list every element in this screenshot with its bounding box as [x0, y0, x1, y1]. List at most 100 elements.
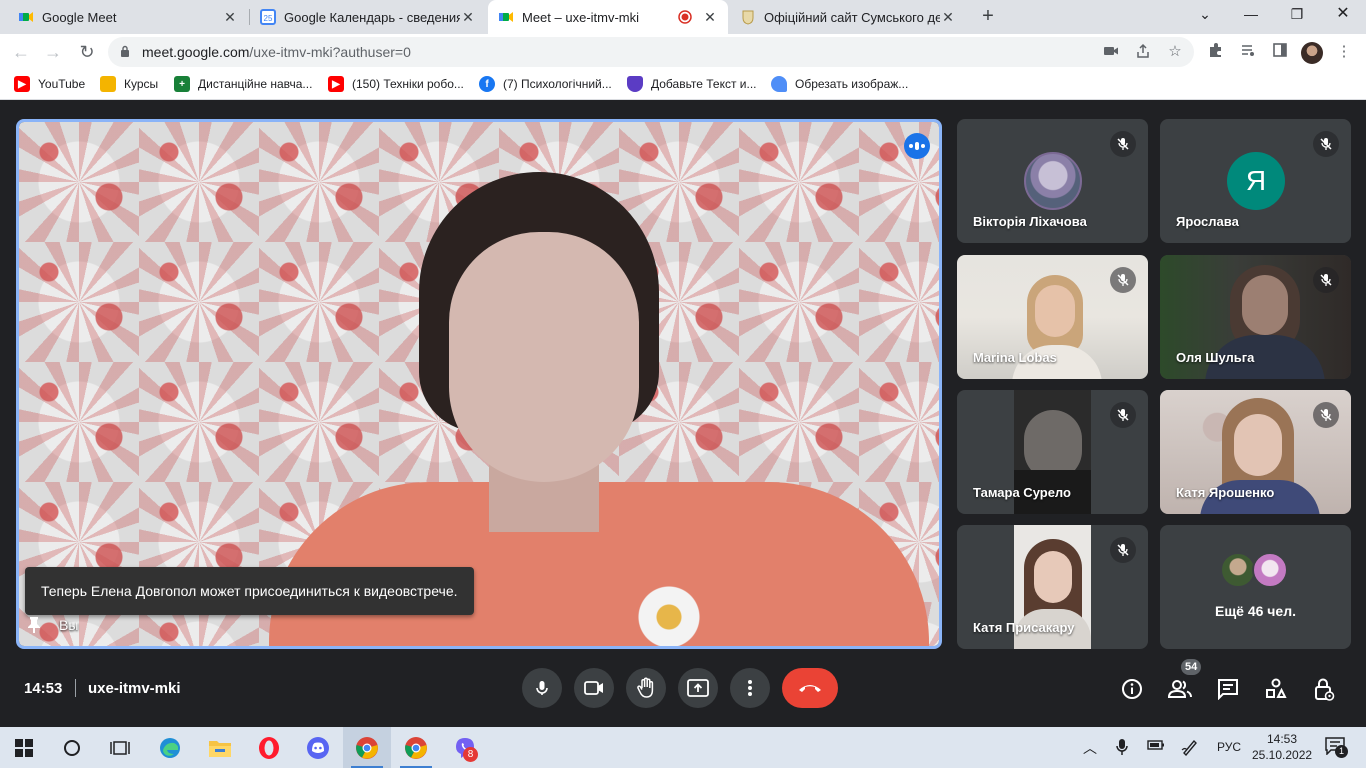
tab-close-icon[interactable]: ✕: [222, 9, 238, 26]
participant-tile[interactable]: Вікторія Ліхачова: [957, 119, 1148, 243]
recording-icon: [678, 10, 692, 24]
bookmark-psychological[interactable]: f (7) Психологічний...: [479, 76, 612, 92]
taskbar-discord[interactable]: [294, 727, 342, 768]
menu-kebab-icon[interactable]: ⋮: [1334, 42, 1354, 62]
notification-count-badge: 1: [1335, 745, 1348, 758]
forward-arrow-icon[interactable]: →: [40, 39, 66, 65]
battery-icon[interactable]: [1147, 738, 1165, 754]
camera-button[interactable]: [574, 668, 614, 708]
search-circle-icon: [64, 739, 80, 756]
bookmark-label: Дистанційне навча...: [198, 77, 313, 91]
bookmark-techniques[interactable]: ▶ (150) Техніки робо...: [328, 76, 464, 92]
search-button[interactable]: [48, 727, 96, 768]
notification-center-button[interactable]: 1: [1325, 737, 1348, 758]
main-video-tile[interactable]: Теперь Елена Довгопол может присоединить…: [16, 119, 942, 649]
task-view-button[interactable]: [96, 727, 144, 768]
microphone-button[interactable]: [522, 668, 562, 708]
taskbar-chrome-active[interactable]: [343, 727, 391, 768]
tray-microphone-icon[interactable]: [1115, 738, 1129, 759]
tab-close-icon[interactable]: ✕: [460, 9, 476, 26]
meeting-code: uxe-itmv-mki: [88, 680, 181, 697]
avatar: [1024, 152, 1082, 210]
pin-icon[interactable]: [27, 616, 41, 634]
bookmark-star-icon[interactable]: ☆: [1166, 43, 1184, 61]
mic-off-icon: [1110, 537, 1136, 563]
participant-tile[interactable]: Я Ярослава: [1160, 119, 1351, 243]
side-panel-icon[interactable]: [1270, 42, 1290, 62]
address-bar[interactable]: meet.google.com/uxe-itmv-mki?authuser=0 …: [108, 37, 1194, 67]
people-button[interactable]: [1167, 676, 1193, 702]
youtube-icon: ▶: [328, 76, 344, 92]
participant-tile[interactable]: Тамара Сурело: [957, 390, 1148, 514]
more-participants-label: Ещё 46 чел.: [1215, 603, 1296, 619]
activities-button[interactable]: [1263, 676, 1289, 702]
minimize-icon[interactable]: —: [1228, 0, 1274, 30]
close-window-icon[interactable]: ✕: [1320, 0, 1366, 30]
tab-title: Офіційний сайт Сумського держ: [764, 9, 940, 25]
meet-icon: [19, 12, 33, 22]
participant-name: Катя Присакару: [973, 620, 1075, 635]
taskbar-opera[interactable]: [245, 727, 293, 768]
taskbar-edge[interactable]: [146, 727, 194, 768]
leave-call-button[interactable]: [782, 668, 838, 708]
participant-tile[interactable]: Marina Lobas: [957, 255, 1148, 379]
reload-icon[interactable]: ↻: [74, 39, 100, 65]
bookmark-label: Курсы: [124, 77, 159, 91]
mic-off-icon: [1313, 402, 1339, 428]
mic-off-icon: [1313, 131, 1339, 157]
chat-button[interactable]: [1215, 676, 1241, 702]
url-path: /uxe-itmv-mki?authuser=0: [249, 44, 411, 60]
taskbar-chrome-profile[interactable]: [392, 727, 440, 768]
start-button[interactable]: [0, 727, 48, 768]
tab-google-meet[interactable]: Google Meet ✕: [8, 0, 248, 34]
participant-tile[interactable]: Оля Шульга: [1160, 255, 1351, 379]
bookmark-courses[interactable]: Курсы: [100, 76, 158, 92]
more-options-button[interactable]: [730, 668, 770, 708]
system-clock[interactable]: 14:53 25.10.2022: [1252, 731, 1312, 763]
extensions-puzzle-icon[interactable]: [1206, 42, 1226, 62]
tab-title: Meet – uxe-itmv-mki: [522, 9, 640, 25]
taskbar-viber[interactable]: 8: [441, 727, 489, 768]
bookmark-add-text[interactable]: Добавьте Текст и...: [627, 76, 757, 92]
show-hidden-icons-chevron-icon[interactable]: ︿: [1083, 738, 1097, 758]
more-participants-tile[interactable]: Ещё 46 чел.: [1160, 525, 1351, 649]
tab-google-calendar[interactable]: 25 Google Календарь - сведения о ✕: [250, 0, 486, 34]
chat-icon: [1218, 679, 1238, 700]
speaker-video-body: [269, 482, 929, 646]
discord-icon: [307, 736, 329, 759]
bookmark-youtube[interactable]: ▶ YouTube: [14, 76, 85, 92]
participant-name: Ярослава: [1176, 214, 1239, 229]
back-arrow-icon[interactable]: ←: [8, 39, 34, 65]
share-icon[interactable]: [1134, 43, 1152, 61]
profile-avatar[interactable]: [1301, 42, 1323, 64]
tab-search-chevron-icon[interactable]: ⌄: [1182, 0, 1228, 30]
tab-meet-active[interactable]: Meet – uxe-itmv-mki ✕: [488, 0, 728, 34]
present-screen-button[interactable]: [678, 668, 718, 708]
tab-title: Google Meet: [42, 9, 117, 25]
more-vert-icon: [748, 680, 752, 696]
media-queue-icon[interactable]: [1238, 42, 1258, 62]
participant-name: Тамара Сурело: [973, 485, 1071, 500]
new-tab-plus-icon[interactable]: +: [976, 5, 1000, 29]
raise-hand-button[interactable]: [626, 668, 666, 708]
tab-close-icon[interactable]: ✕: [702, 9, 718, 26]
tab-university-site[interactable]: Офіційний сайт Сумського держ ✕: [730, 0, 966, 34]
pen-workspace-icon[interactable]: [1181, 738, 1199, 759]
camera-icon: [584, 681, 603, 695]
participant-tile[interactable]: Катя Присакару: [957, 525, 1148, 649]
tab-close-icon[interactable]: ✕: [940, 9, 956, 26]
meeting-details-button[interactable]: [1119, 676, 1145, 702]
camera-in-use-icon[interactable]: [1102, 43, 1120, 61]
avatar: Я: [1227, 152, 1285, 210]
bookmark-crop-image[interactable]: Обрезать изображ...: [771, 76, 908, 92]
mic-off-icon: [1313, 267, 1339, 293]
participant-name: Вікторія Ліхачова: [973, 214, 1087, 229]
chrome-icon: [405, 736, 427, 759]
taskbar-file-explorer[interactable]: [196, 727, 244, 768]
bookmark-distance-learning[interactable]: + Дистанційне навча...: [174, 76, 312, 92]
host-controls-button[interactable]: [1311, 676, 1337, 702]
input-language-indicator[interactable]: РУС: [1217, 740, 1241, 754]
participant-tile[interactable]: Катя Ярошенко: [1160, 390, 1351, 514]
restore-icon[interactable]: ❐: [1274, 0, 1320, 30]
mic-off-icon: [1110, 131, 1136, 157]
